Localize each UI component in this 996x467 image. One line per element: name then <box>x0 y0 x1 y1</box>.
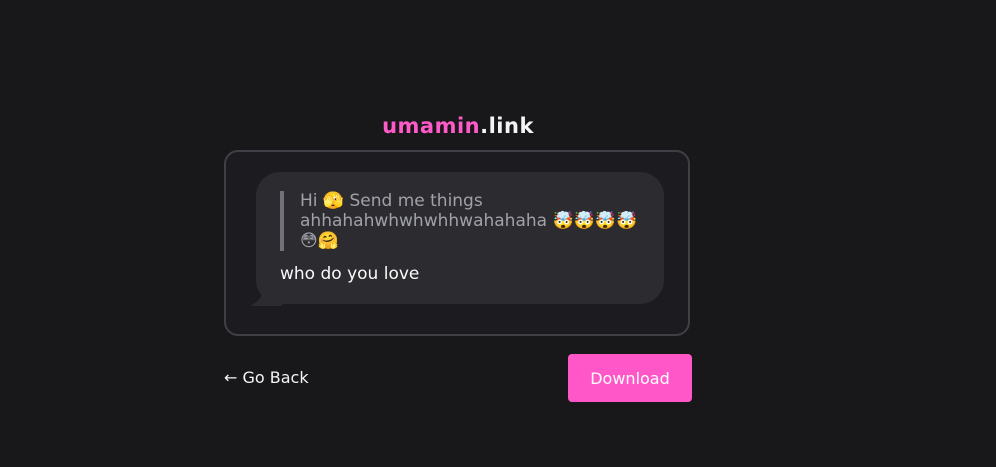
message-bubble: Hi 🫣 Send me things ahhahahwhwhwhhwahaha… <box>256 172 664 304</box>
logo-brand: umamin <box>382 114 481 138</box>
download-button[interactable]: Download <box>568 354 692 402</box>
message-card: Hi 🫣 Send me things ahhahahwhwhwhhwahaha… <box>224 150 690 336</box>
message-prompt: Hi 🫣 Send me things ahhahahwhwhwhhwahaha… <box>280 191 640 251</box>
message-reply: who do you love <box>280 264 420 284</box>
go-back-link[interactable]: ← Go Back <box>224 366 309 390</box>
logo-tld: .link <box>480 114 534 138</box>
site-logo: umamin.link <box>0 112 916 140</box>
